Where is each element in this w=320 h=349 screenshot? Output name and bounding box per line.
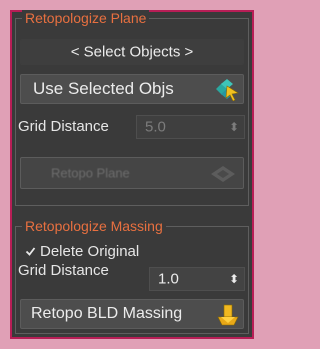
retopology-panel: Retopologize Plane < Select Objects > Us… [10,10,254,339]
building-massing-icon [217,304,239,326]
spinner-arrows-icon[interactable]: ⬍ [229,273,239,285]
retopologize-plane-title: Retopologize Plane [22,10,150,26]
massing-grid-distance-value: 1.0 [158,270,179,288]
spinner-arrows-icon[interactable]: ⬍ [229,121,239,133]
checkmark-icon [25,247,36,256]
select-objects-button[interactable]: < Select Objects > [20,39,244,65]
use-selected-objs-label: Use Selected Objs [33,79,174,98]
massing-grid-distance-spinner[interactable]: 1.0 ⬍ [149,267,245,291]
checkbox-box[interactable] [25,246,36,257]
select-objects-label: < Select Objects > [70,43,194,61]
plane-grid-distance-spinner[interactable]: 5.0 ⬍ [136,115,245,139]
plane-grid-distance-label: Grid Distance [18,118,109,135]
retopologize-plane-group: Retopologize Plane < Select Objects > Us… [15,10,249,206]
delete-original-label: Delete Original [40,243,140,260]
delete-original-checkbox[interactable]: Delete Original [20,243,150,261]
retopo-plane-label: Retopo Plane [51,165,130,181]
selection-arrow-icon [216,79,239,101]
massing-grid-distance-label: Grid Distance [18,262,109,279]
retopologize-massing-group: Retopologize Massing Delete Original Gri… [15,218,249,334]
retopo-bld-massing-label: Retopo BLD Massing [31,305,183,322]
retopo-plane-button[interactable]: Retopo Plane [20,157,244,189]
retopo-bld-massing-button[interactable]: Retopo BLD Massing [20,299,244,329]
retopologize-massing-title: Retopologize Massing [22,218,166,234]
plane-grid-distance-value: 5.0 [145,118,166,136]
plane-diamond-icon [211,166,235,182]
use-selected-objs-button[interactable]: Use Selected Objs [20,74,244,104]
